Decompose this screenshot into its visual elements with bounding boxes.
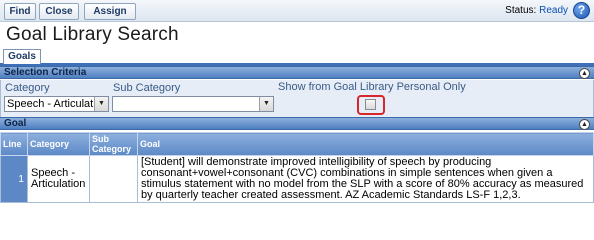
collapse-up-icon[interactable]: ▲ [579, 68, 590, 79]
toolbar: Find Close Assign Status: Ready ? [0, 0, 594, 22]
subcategory-select[interactable]: ▼ [112, 96, 274, 112]
subcategory-cell [88, 155, 138, 203]
find-button[interactable]: Find [4, 3, 36, 20]
line-cell: 1 [0, 155, 28, 203]
table-row[interactable]: 1 Speech - Articulation [Student] will d… [0, 155, 594, 203]
category-label: Category [5, 82, 50, 94]
chevron-down-icon[interactable]: ▼ [94, 97, 108, 111]
tab-goals[interactable]: Goals [3, 49, 41, 64]
category-cell: Speech - Articulation [26, 155, 90, 203]
close-button[interactable]: Close [39, 3, 79, 20]
assign-button[interactable]: Assign [84, 3, 136, 20]
status-indicator: Status: Ready [505, 5, 568, 16]
column-header-line[interactable]: Line [0, 132, 28, 156]
chevron-down-icon[interactable]: ▼ [259, 97, 273, 111]
page-title: Goal Library Search [6, 24, 179, 45]
goal-section-header: Goal ▲ [0, 117, 594, 130]
subcategory-label: Sub Category [113, 82, 181, 94]
goal-section-title: Goal [4, 118, 27, 129]
status-label: Status: [505, 5, 537, 16]
category-select[interactable]: Speech - Articulation ▼ [4, 96, 109, 112]
collapse-up-icon[interactable]: ▲ [579, 119, 590, 130]
selection-criteria-title: Selection Criteria [4, 67, 87, 78]
personal-only-checkbox[interactable] [365, 99, 376, 110]
category-select-value: Speech - Articulation [7, 98, 108, 110]
help-icon[interactable]: ? [573, 2, 590, 19]
column-header-goal[interactable]: Goal [136, 132, 594, 156]
goal-cell: [Student] will demonstrate improved inte… [136, 155, 594, 203]
column-header-category[interactable]: Category [26, 132, 90, 156]
goal-table-header: Line Category Sub Category Goal [0, 132, 594, 156]
goal-table: Line Category Sub Category Goal 1 Speech… [0, 132, 594, 203]
status-value: Ready [539, 5, 568, 16]
selection-criteria-panel: Category Speech - Articulation ▼ Sub Cat… [0, 80, 594, 117]
personal-only-label: Show from Goal Library Personal Only [278, 81, 466, 93]
column-header-subcategory[interactable]: Sub Category [88, 132, 138, 156]
selection-criteria-header: Selection Criteria ▲ [0, 66, 594, 79]
tab-strip: Goals [0, 49, 594, 66]
